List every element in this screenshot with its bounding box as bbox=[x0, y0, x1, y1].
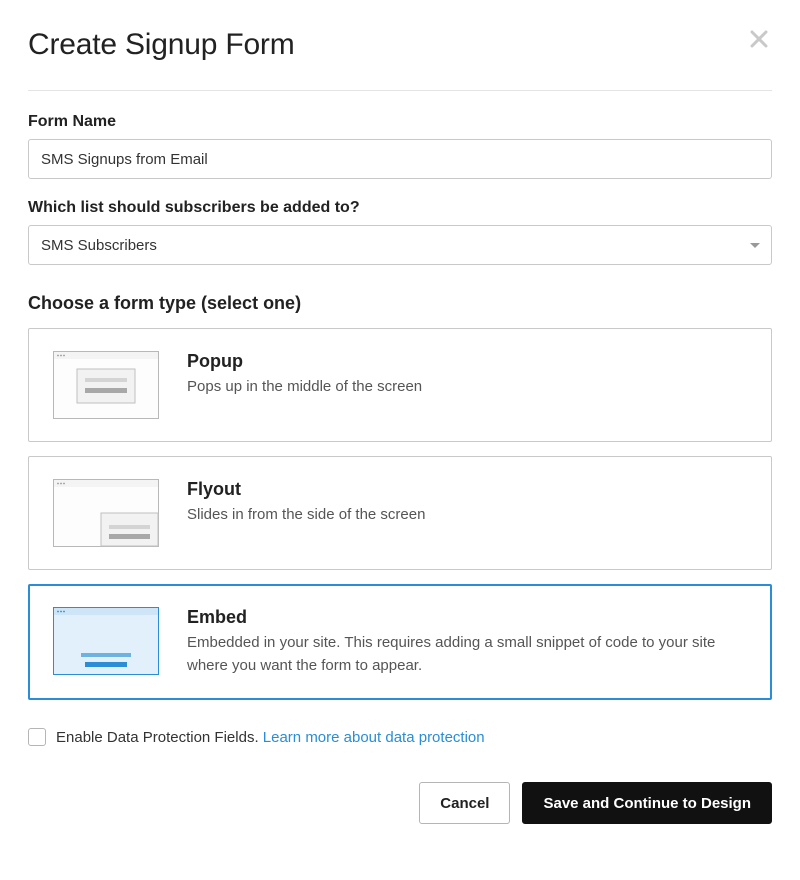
close-icon bbox=[750, 30, 768, 48]
close-button[interactable] bbox=[746, 28, 772, 50]
list-select-value: SMS Subscribers bbox=[41, 237, 157, 254]
data-protection-text: Enable Data Protection Fields. bbox=[56, 729, 263, 746]
form-type-flyout[interactable]: Flyout Slides in from the side of the sc… bbox=[28, 456, 772, 570]
form-type-heading: Choose a form type (select one) bbox=[28, 293, 772, 314]
popup-thumbnail-icon bbox=[53, 351, 159, 419]
data-protection-link[interactable]: Learn more about data protection bbox=[263, 729, 485, 746]
form-type-title: Embed bbox=[187, 607, 747, 628]
form-type-desc: Slides in from the side of the screen bbox=[187, 504, 747, 527]
form-type-title: Popup bbox=[187, 351, 747, 372]
list-select-label: Which list should subscribers be added t… bbox=[28, 199, 772, 217]
form-type-embed[interactable]: Embed Embedded in your site. This requir… bbox=[28, 584, 772, 700]
list-select[interactable]: SMS Subscribers bbox=[28, 225, 772, 265]
form-type-popup[interactable]: Popup Pops up in the middle of the scree… bbox=[28, 328, 772, 442]
form-name-label: Form Name bbox=[28, 113, 772, 131]
form-type-desc: Embedded in your site. This requires add… bbox=[187, 632, 747, 677]
modal-title: Create Signup Form bbox=[28, 28, 295, 62]
flyout-thumbnail-icon bbox=[53, 479, 159, 547]
form-name-input[interactable] bbox=[28, 139, 772, 179]
cancel-button[interactable]: Cancel bbox=[419, 782, 510, 824]
form-type-desc: Pops up in the middle of the screen bbox=[187, 376, 747, 399]
data-protection-checkbox[interactable] bbox=[28, 728, 46, 746]
embed-thumbnail-icon bbox=[53, 607, 159, 675]
data-protection-label: Enable Data Protection Fields. Learn mor… bbox=[56, 729, 485, 746]
form-type-title: Flyout bbox=[187, 479, 747, 500]
save-continue-button[interactable]: Save and Continue to Design bbox=[522, 782, 772, 824]
